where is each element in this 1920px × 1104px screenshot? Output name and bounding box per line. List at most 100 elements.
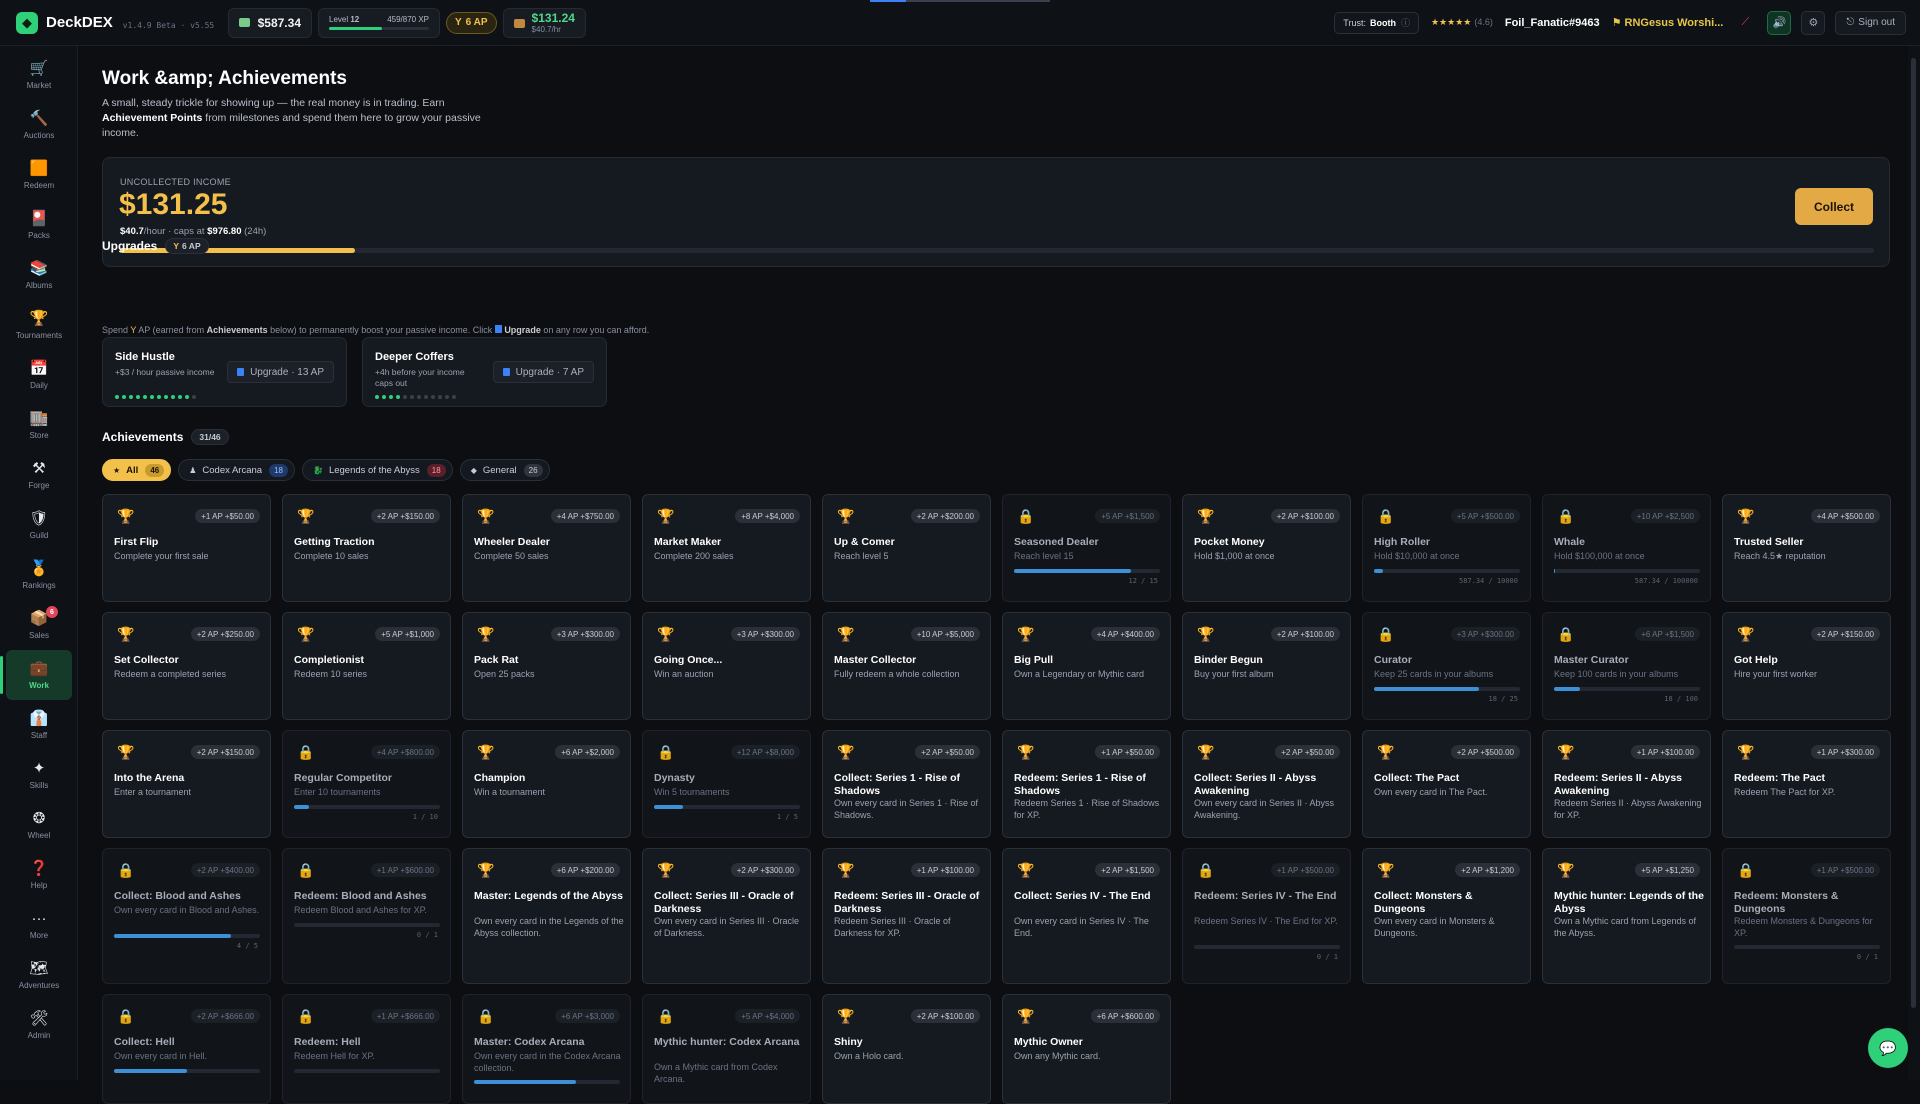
achievement-card[interactable]: 🔒 +1 AP +$500.00 Redeem: Series IV - The E… [1182,848,1351,984]
achievement-card[interactable]: 🏆 +5 AP +$1,250 Mythic hunter: Legends of … [1542,848,1711,984]
help-icon: ❓ [29,859,49,877]
level-pill[interactable]: Level 12 459/870 XP [318,7,440,38]
achievement-card[interactable]: 🏆 +2 AP +$500.00 Collect: The Pact Own ever… [1362,730,1531,838]
achievement-card[interactable]: 🔒 +1 AP +$666.00 Redeem: Hell Redeem Hell f… [282,994,451,1104]
brand[interactable]: ◆ DeckDEX v1.4.9 Beta · v5.55 [16,11,228,34]
sidebar-item-market[interactable]: 🛒 Market [0,50,78,100]
achievement-card[interactable]: 🏆 +3 AP +$300.00 Going Once... Win an aucti… [642,612,811,720]
achievement-card[interactable]: 🏆 +4 AP +$400.00 Big Pull Own a Legendary o… [1002,612,1171,720]
achievement-card[interactable]: 🏆 +10 AP +$5,000 Master Collector Fully red… [822,612,991,720]
achievement-card[interactable]: 🏆 +2 AP +$1,500 Collect: Series IV - The E… [1002,848,1171,984]
upgrade-button[interactable]: Upgrade · 7 AP [492,361,594,383]
filter-all[interactable]: ★ All 46 [102,459,172,481]
sound-icon[interactable]: 🔊 [1767,10,1792,35]
sidebar-item-work[interactable]: 💼 Work [0,650,72,700]
achievement-card[interactable]: 🔒 +5 AP +$500.00 High Roller Hold $10,000 a… [1362,494,1531,602]
sidebar-item-help[interactable]: ❓ Help [0,850,78,900]
achievement-card[interactable]: 🔒 +1 AP +$600.00 Redeem: Blood and Ashes Re… [282,848,451,984]
achievement-card[interactable]: 🔒 +5 AP +$1,500 Seasoned Dealer Reach level… [1002,494,1171,602]
achievement-card[interactable]: 🏆 +2 AP +$150.00 Getting Traction Complete … [282,494,451,602]
sidebar-item-daily[interactable]: 📅 Daily [0,350,78,400]
mute-toggle-icon[interactable]: ⟋ [1733,11,1757,35]
achievement-card[interactable]: 🔒 +3 AP +$300.00 Curator Keep 25 cards in y… [1362,612,1531,720]
achievement-card[interactable]: 🔒 +10 AP +$2,500 Whale Hold $100,000 at onc… [1542,494,1711,602]
achievement-name: Curator [1374,654,1412,666]
achievement-card[interactable]: 🏆 +8 AP +$4,000 Market Maker Complete 200 s… [642,494,811,602]
achievement-card[interactable]: 🏆 +2 AP +$250.00 Set Collector Redeem a com… [102,612,271,720]
achievement-card[interactable]: 🏆 +2 AP +$300.00 Collect: Series III - Ora… [642,848,811,984]
achievement-reward: +12 AP +$8,000 [730,745,800,759]
achievement-card[interactable]: 🏆 +1 AP +$100.00 Redeem: Series III - Orac… [822,848,991,984]
achievement-card[interactable]: 🏆 +2 AP +$50.00 Collect: Series II - Abyss… [1182,730,1351,838]
achievement-card[interactable]: 🏆 +3 AP +$300.00 Pack Rat Open 25 packs [462,612,631,720]
collect-button[interactable]: Collect [1795,188,1873,225]
achievement-name: Redeem: Monsters & Dungeons [1734,890,1839,915]
achievement-card[interactable]: 🏆 +5 AP +$1,000 Completionist Redeem 10 ser… [282,612,451,720]
sidebar-item-staff[interactable]: 👔 Staff [0,700,78,750]
achievement-card[interactable]: 🔒 +6 AP +$3,000 Master: Codex Arcana Own ev… [462,994,631,1104]
achievement-card[interactable]: 🔒 +2 AP +$400.00 Collect: Blood and Ashes O… [102,848,271,984]
username[interactable]: Foil_Fanatic#9463 [1505,17,1600,29]
gear-icon[interactable]: ⚙ [1801,10,1826,35]
trust-badge[interactable]: Trust: Booth ⓘ [1334,11,1419,34]
sidebar-item-redeem[interactable]: 🟧 Redeem [0,150,78,200]
page-scrollbar[interactable] [1908,46,1920,1080]
filter-legends-of-the-abyss[interactable]: 🐉 Legends of the Abyss 18 [301,459,453,481]
filter-label: General [482,464,517,476]
sign-out-button[interactable]: ⎋ Sign out [1835,10,1906,35]
sidebar-item-tournaments[interactable]: 🏆 Tournaments [0,300,78,350]
income-pill[interactable]: $131.24 $40.7/hr [502,7,586,38]
sidebar-item-label: Work [29,680,49,690]
guild-name[interactable]: ⚑ RNGesus Worshi... [1612,16,1724,29]
achievement-card[interactable]: 🏆 +6 AP +$200.00 Master: Legends of the Ab… [462,848,631,984]
achievement-card[interactable]: 🏆 +6 AP +$2,000 Champion Win a tournament [462,730,631,838]
sidebar-item-skills[interactable]: ✦ Skills [0,750,78,800]
achievement-card[interactable]: 🔒 +12 AP +$8,000 Dynasty Win 5 tournaments 1… [642,730,811,838]
balance-pill[interactable]: $587.34 [228,7,312,38]
achievement-card[interactable]: 🔒 +6 AP +$1,500 Master Curator Keep 100 car… [1542,612,1711,720]
achievement-card[interactable]: 🏆 +2 AP +$1,200 Collect: Monsters & Dungeo… [1362,848,1531,984]
achievement-card[interactable]: 🏆 +2 AP +$150.00 Into the Arena Enter a tou… [102,730,271,838]
achievement-card[interactable]: 🏆 +1 AP +$50.00 Redeem: Series 1 - Rise of… [1002,730,1171,838]
achievement-card[interactable]: 🏆 +2 AP +$150.00 Got Help Hire your first w… [1722,612,1891,720]
sidebar-item-forge[interactable]: ⚒ Forge [0,450,78,500]
achievement-desc: Win a tournament [474,787,546,797]
sidebar-item-adventures[interactable]: 🗺 Adventures [0,950,78,1000]
sidebar-item-auctions[interactable]: 🔨 Auctions [0,100,78,150]
sidebar-item-packs[interactable]: 🎴 Packs [0,200,78,250]
ap-pill[interactable]: Y6 AP [446,11,497,34]
filter-general[interactable]: ◆ General 26 [459,459,550,481]
achievement-card[interactable]: 🏆 +4 AP +$500.00 Trusted Seller Reach 4.5★ … [1722,494,1891,602]
ap-icon: Y [130,325,137,335]
achievement-card[interactable]: 🏆 +4 AP +$750.00 Wheeler Dealer Complete 50… [462,494,631,602]
upgrade-button[interactable]: Upgrade · 13 AP [227,361,334,383]
sidebar-item-store[interactable]: 🏬 Store [0,400,78,450]
trophy-icon: 🏆 [1017,862,1035,878]
achievement-card[interactable]: 🏆 +1 AP +$300.00 Redeem: The Pact Redeem Th… [1722,730,1891,838]
achievement-card[interactable]: 🔒 +1 AP +$500.00 Redeem: Monsters & Dungeo… [1722,848,1891,984]
sidebar-item-wheel[interactable]: ❂ Wheel [0,800,78,850]
achievement-card[interactable]: 🏆 +2 AP +$100.00 Binder Begun Buy your firs… [1182,612,1351,720]
achievement-card[interactable]: 🔒 +2 AP +$666.00 Collect: Hell Own every ca… [102,994,271,1104]
achievement-card[interactable]: 🏆 +2 AP +$50.00 Collect: Series 1 - Rise o… [822,730,991,838]
chat-icon[interactable]: 💬 [1868,1028,1908,1068]
achievement-desc: Redeem Series 1 · Rise of Shadows for XP… [1014,798,1160,820]
achievement-card[interactable]: 🏆 +1 AP +$100.00 Redeem: Series II - Abyss… [1542,730,1711,838]
trophy-icon: 🏆 [837,508,855,524]
filter-label: Codex Arcana [202,464,263,476]
achievement-card[interactable]: 🏆 +2 AP +$200.00 Up & Comer Reach level 5 [822,494,991,602]
sidebar-item-admin[interactable]: 🛠 Admin [0,1000,78,1050]
sidebar-item-albums[interactable]: 📚 Albums [0,250,78,300]
sidebar-item-guild[interactable]: 🛡 Guild [0,500,78,550]
achievement-card[interactable]: 🏆 +1 AP +$50.00 First Flip Complete your fi… [102,494,271,602]
achievement-card[interactable]: 🏆 +6 AP +$600.00 Mythic Owner Own any Mythi… [1002,994,1171,1104]
sidebar-item-rankings[interactable]: 🏅 Rankings [0,550,78,600]
filter-codex-arcana[interactable]: ♟ Codex Arcana 18 [178,459,295,481]
income-pill-amount: $131.24 [531,11,575,25]
achievement-card[interactable]: 🔒 +4 AP +$800.00 Regular Competitor Enter 1… [282,730,451,838]
sidebar-item-more[interactable]: ··· More [0,900,78,950]
achievement-card[interactable]: 🔒 +5 AP +$4,000 Mythic hunter: Codex Arcan… [642,994,811,1104]
sidebar-item-sales[interactable]: 📦 Sales 6 [0,600,78,650]
achievement-card[interactable]: 🏆 +2 AP +$100.00 Shiny Own a Holo card. [822,994,991,1104]
achievement-card[interactable]: 🏆 +2 AP +$100.00 Pocket Money Hold $1,000 a… [1182,494,1351,602]
